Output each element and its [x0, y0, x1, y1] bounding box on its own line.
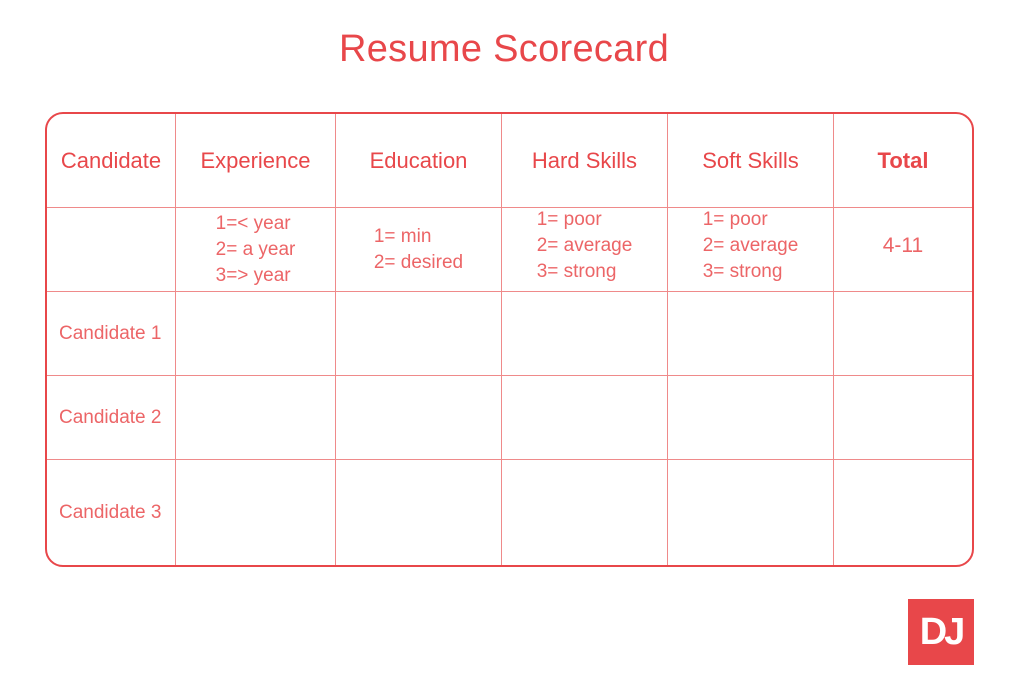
score-cell-hard-skills[interactable] [502, 376, 667, 459]
score-cell-experience[interactable] [176, 376, 335, 459]
candidate-name: Candidate 1 [59, 322, 162, 344]
header-hard-skills: Hard Skills [531, 147, 638, 173]
candidate-name: Candidate 3 [59, 501, 162, 523]
soft-skills-scale: 1= poor 2= average 3= strong [703, 207, 799, 285]
score-cell-total[interactable] [834, 460, 972, 565]
header-education: Education [369, 147, 468, 173]
scale-line: 2= average [536, 234, 633, 256]
score-cell-hard-skills[interactable] [502, 460, 667, 565]
scale-experience-cell: 1=< year 2= a year 3=> year [176, 208, 335, 291]
scale-line: 1=< year [215, 212, 291, 234]
total-range: 4-11 [882, 233, 924, 257]
score-cell-soft-skills[interactable] [668, 292, 833, 375]
header-experience: Experience [200, 147, 311, 173]
experience-scale: 1=< year 2= a year 3=> year [216, 211, 296, 289]
header-soft-skills: Soft Skills [702, 147, 799, 173]
dj-logo: DJ [908, 599, 974, 665]
scale-line: 1= min [373, 225, 432, 247]
scale-line: 1= poor [536, 208, 602, 230]
scale-line: 3= strong [536, 260, 617, 282]
scale-candidate-cell [47, 208, 175, 291]
scale-line: 2= a year [215, 238, 296, 260]
page-title: Resume Scorecard [338, 28, 670, 70]
scorecard-table: Candidate Experience Education Hard Skil… [45, 112, 974, 567]
scale-hard-skills-cell: 1= poor 2= average 3= strong [502, 204, 667, 287]
scale-line: 1= poor [702, 208, 768, 230]
score-cell-education[interactable] [336, 376, 501, 459]
scale-line: 3=> year [215, 264, 291, 286]
scale-soft-skills-cell: 1= poor 2= average 3= strong [668, 204, 833, 287]
candidate-name: Candidate 2 [59, 406, 162, 428]
score-cell-hard-skills[interactable] [502, 292, 667, 375]
score-cell-total[interactable] [834, 376, 972, 459]
scale-line: 3= strong [702, 260, 783, 282]
score-cell-soft-skills[interactable] [668, 460, 833, 565]
hard-skills-scale: 1= poor 2= average 3= strong [537, 207, 633, 285]
score-cell-total[interactable] [834, 292, 972, 375]
header-candidate: Candidate [60, 147, 162, 173]
score-cell-soft-skills[interactable] [668, 376, 833, 459]
scale-line: 2= desired [373, 251, 464, 273]
score-cell-experience[interactable] [176, 292, 335, 375]
scale-line: 2= average [702, 234, 799, 256]
score-cell-experience[interactable] [176, 460, 335, 565]
header-total: Total [877, 147, 929, 173]
scale-education-cell: 1= min 2= desired [336, 208, 501, 291]
score-cell-education[interactable] [336, 460, 501, 565]
education-scale: 1= min 2= desired [374, 224, 463, 276]
score-cell-education[interactable] [336, 292, 501, 375]
